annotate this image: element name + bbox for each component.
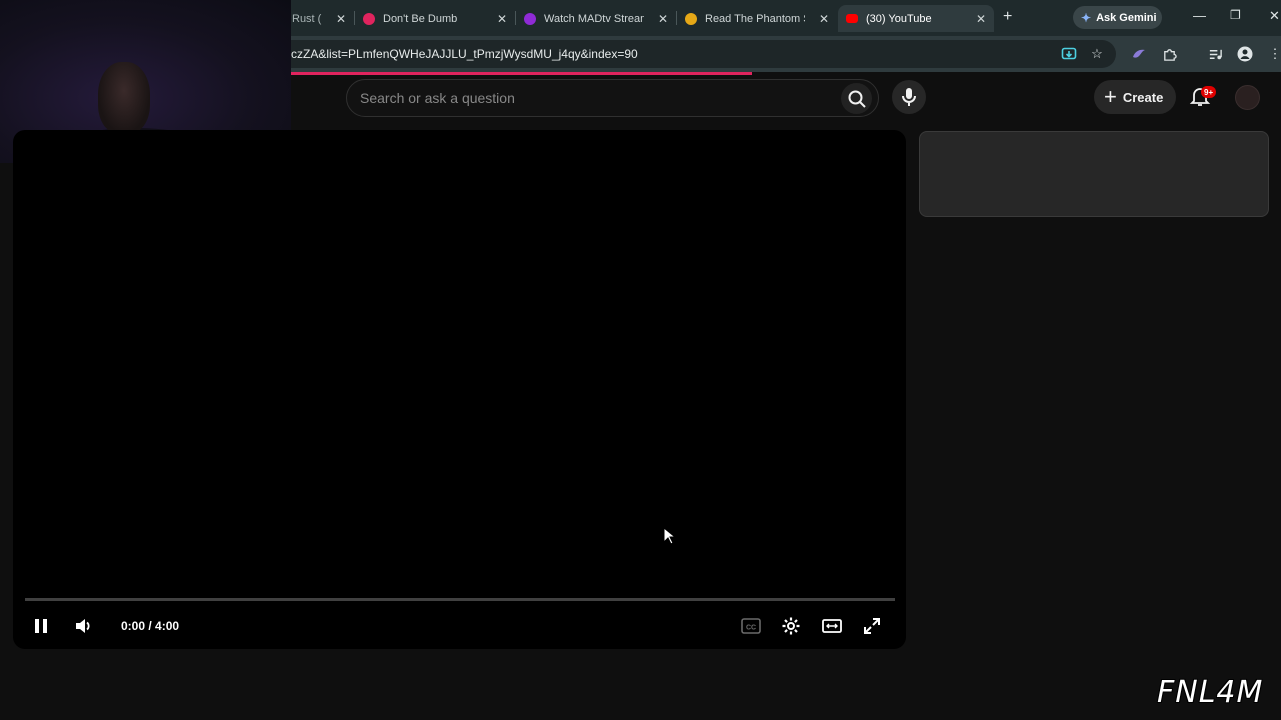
time-display: 0:00 / 4:00 <box>121 619 180 633</box>
tab-madtv[interactable]: Watch MADtv Streami ✕ <box>516 5 676 32</box>
create-button[interactable]: + Create <box>1094 80 1176 114</box>
site-favicon-icon <box>524 12 536 25</box>
ask-gemini-label: Ask Gemini <box>1096 11 1157 24</box>
music-icon <box>363 12 375 25</box>
theater-mode-button[interactable] <box>821 616 843 636</box>
fullscreen-button[interactable] <box>861 615 883 637</box>
ask-gemini-button[interactable]: ✦ Ask Gemini <box>1073 6 1162 29</box>
volume-button[interactable] <box>72 615 94 637</box>
new-tab-button[interactable]: + <box>1003 8 1012 26</box>
search-icon <box>848 90 866 108</box>
gear-icon <box>782 617 800 635</box>
screen: Rust ( ✕ Don't Be Dumb ✕ Watch MADtv Str… <box>0 0 1281 720</box>
search-button[interactable] <box>841 83 872 114</box>
channel-watermark: FNL4M <box>1157 675 1264 710</box>
plus-icon: + <box>1104 84 1117 109</box>
pause-icon <box>35 619 47 633</box>
close-icon[interactable]: ✕ <box>976 12 986 26</box>
mouse-cursor-icon <box>663 527 675 545</box>
tab-rust[interactable]: Rust ( ✕ <box>284 5 354 32</box>
profile-icon[interactable] <box>1237 46 1253 62</box>
person-face <box>98 62 150 134</box>
gemini-sparkle-icon: ✦ <box>1081 10 1092 25</box>
close-icon[interactable]: ✕ <box>819 12 829 26</box>
search-input[interactable]: Search or ask a question <box>360 90 515 106</box>
pause-button[interactable] <box>30 616 52 636</box>
page-load-progress <box>291 72 752 75</box>
bookmark-star-icon[interactable]: ☆ <box>1089 46 1105 62</box>
seek-bar[interactable] <box>25 598 895 601</box>
tab-title: Rust ( <box>292 12 322 25</box>
restore-button[interactable]: ❐ <box>1230 8 1241 22</box>
search-bar[interactable]: Search or ask a question <box>346 79 879 117</box>
notification-badge: 9+ <box>1201 86 1217 98</box>
tab-phantom[interactable]: Read The Phantom Sw ✕ <box>677 5 837 32</box>
tab-youtube[interactable]: (30) YouTube ✕ <box>838 5 994 32</box>
video-player[interactable]: 0:00 / 4:00 CC <box>13 130 906 649</box>
settings-button[interactable] <box>780 615 802 637</box>
tab-title: Read The Phantom Sw <box>705 12 805 25</box>
site-favicon-icon <box>685 12 697 25</box>
expand-icon <box>864 618 880 634</box>
sidebar-placeholder-card <box>919 131 1269 217</box>
media-controls-icon[interactable] <box>1207 46 1223 62</box>
close-icon[interactable]: ✕ <box>336 12 346 26</box>
theater-mode-icon <box>822 619 842 633</box>
puzzle-extensions-icon[interactable] <box>1161 46 1177 62</box>
subtitles-button[interactable]: CC <box>740 616 762 636</box>
speaker-icon <box>76 619 90 633</box>
closed-captions-icon: CC <box>741 618 761 634</box>
tab-title: Don't Be Dumb <box>383 12 458 25</box>
window-close-button[interactable]: ✕ <box>1269 8 1280 24</box>
svg-text:CC: CC <box>746 625 756 632</box>
voice-search-button[interactable] <box>892 80 926 114</box>
youtube-icon <box>846 14 858 23</box>
install-app-icon[interactable] <box>1061 46 1077 62</box>
tab-title: (30) YouTube <box>866 12 932 25</box>
minimize-button[interactable]: — <box>1193 8 1206 23</box>
close-icon[interactable]: ✕ <box>658 12 668 26</box>
browser-menu-icon[interactable]: ⋮ <box>1267 46 1281 62</box>
tab-title: Watch MADtv Streami <box>544 12 644 25</box>
create-label: Create <box>1122 89 1164 105</box>
account-avatar[interactable] <box>1235 85 1260 110</box>
close-icon[interactable]: ✕ <box>497 12 507 26</box>
extension-icon[interactable] <box>1131 46 1147 62</box>
microphone-icon <box>902 88 916 106</box>
tab-dont-be-dumb[interactable]: Don't Be Dumb ✕ <box>355 5 515 32</box>
url-text[interactable]: czZA&list=PLmfenQWHeJAJJLU_tPmzjWysdMU_j… <box>291 47 638 61</box>
